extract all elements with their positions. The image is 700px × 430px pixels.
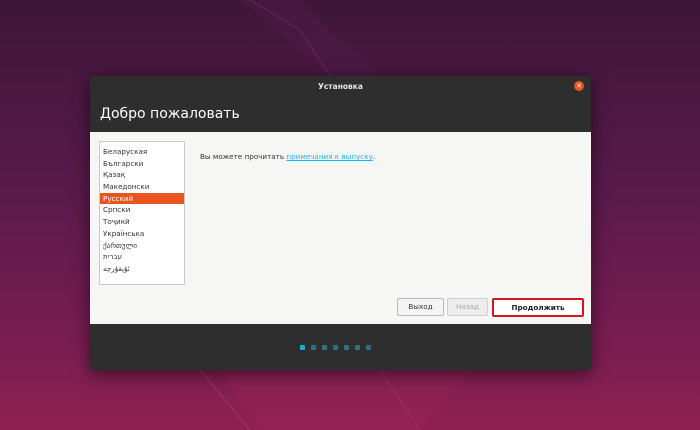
window-title: Установка xyxy=(318,81,363,91)
progress-dots xyxy=(300,345,371,350)
progress-dot xyxy=(322,345,327,350)
list-item[interactable]: ئۇيغۇرچە xyxy=(100,263,184,275)
list-item[interactable]: Български xyxy=(100,158,184,170)
list-item[interactable]: עברית xyxy=(100,251,184,263)
list-item[interactable]: ქართული xyxy=(100,240,184,252)
window-titlebar: Установка ✕ xyxy=(90,76,591,96)
list-item[interactable]: Беларуская xyxy=(100,146,184,158)
progress-dot xyxy=(311,345,316,350)
content-panel: Беларуская Български Қазақ Македонски Ру… xyxy=(90,132,591,324)
release-notes-suffix: . xyxy=(372,152,376,161)
list-item[interactable]: Тоҷикӣ xyxy=(100,216,184,228)
back-button[interactable]: Назад xyxy=(447,298,488,316)
progress-dot xyxy=(333,345,338,350)
continue-button[interactable]: Продолжить xyxy=(492,298,584,317)
progress-dot xyxy=(344,345,349,350)
list-item[interactable]: Српски xyxy=(100,204,184,216)
close-icon[interactable]: ✕ xyxy=(574,81,584,91)
installer-window: Установка ✕ Добро пожаловать Беларуская … xyxy=(90,76,591,370)
progress-dot xyxy=(355,345,360,350)
list-item-selected[interactable]: Русский xyxy=(100,192,184,205)
list-item[interactable]: Македонски xyxy=(100,181,184,193)
release-notes-prefix: Вы можете прочитать xyxy=(200,152,287,161)
page-title: Добро пожаловать xyxy=(100,106,240,122)
list-item[interactable]: Қазақ xyxy=(100,169,184,181)
language-list[interactable]: Беларуская Български Қазақ Македонски Ру… xyxy=(99,141,185,285)
progress-dot xyxy=(300,345,305,350)
release-notes-text: Вы можете прочитать примечания к выпуску… xyxy=(200,152,375,161)
release-notes-link[interactable]: примечания к выпуску xyxy=(286,152,372,161)
list-item[interactable]: Українська xyxy=(100,228,184,240)
progress-dot xyxy=(366,345,371,350)
quit-button[interactable]: Выход xyxy=(397,298,444,316)
progress-footer xyxy=(90,324,591,370)
